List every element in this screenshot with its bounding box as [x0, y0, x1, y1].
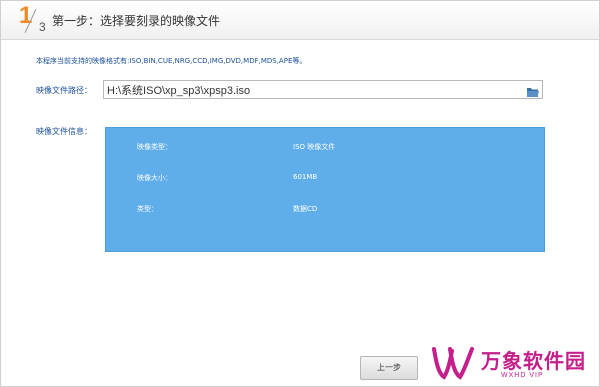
step-total: 3 [39, 20, 46, 34]
supported-formats-text: 本程序当前支持的映像格式有:ISO,BIN,CUE,NRG,CCD,IMG,DV… [36, 57, 307, 65]
watermark-subtext: WXHD VIP [501, 372, 544, 379]
step-header: 1 3 第一步：选择要刻录的映像文件 [1, 1, 599, 40]
info-type-key: 映像类型： [137, 143, 172, 151]
info-size-value: 601MB [293, 173, 318, 181]
dialog-frame: 1 3 第一步：选择要刻录的映像文件 本程序当前支持的映像格式有:ISO,BIN… [0, 0, 600, 387]
image-info-panel: 映像类型： ISO 映像文件 映像大小： 601MB 类型： 数据CD [105, 127, 545, 252]
image-path-value: H:\系统ISO\xp_sp3\xpsp3.iso [107, 85, 251, 97]
step-indicator: 1 3 [9, 2, 46, 36]
watermark-name: 万象软件园 [481, 349, 586, 373]
image-info-label: 映像文件信息： [36, 127, 92, 136]
info-category-value: 数据CD [293, 205, 318, 213]
info-type-value: ISO 映像文件 [293, 143, 336, 151]
info-category-key: 类型： [137, 205, 158, 213]
watermark-mark-icon [432, 347, 474, 380]
info-size-key: 映像大小： [137, 174, 172, 182]
step-current: 1 [19, 2, 33, 29]
image-path-label: 映像文件路径： [36, 86, 92, 95]
image-path-input[interactable]: H:\系统ISO\xp_sp3\xpsp3.iso [103, 80, 543, 99]
step-title: 第一步：选择要刻录的映像文件 [52, 14, 221, 28]
folder-open-icon[interactable] [526, 83, 540, 97]
watermark-logo: 万象软件园 WXHD VIP [426, 341, 596, 386]
back-button[interactable]: 上一步 [360, 356, 418, 380]
